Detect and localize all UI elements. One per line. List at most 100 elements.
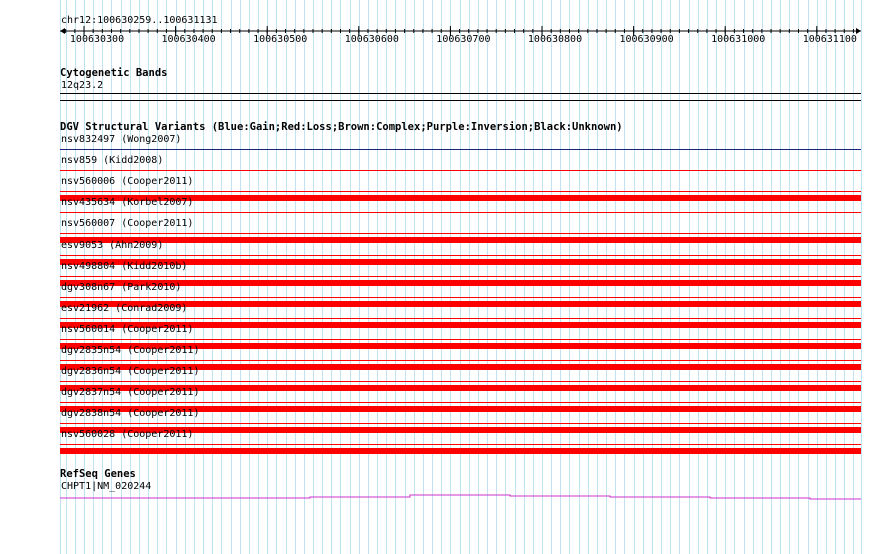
grid-line	[670, 0, 671, 554]
grid-line	[716, 0, 717, 554]
ruler-tick-label: 100630800	[527, 34, 583, 45]
dgv-variant-label[interactable]: dgv2836n54 (Cooper2011)	[61, 366, 199, 378]
grid-line	[139, 0, 140, 554]
ruler-tick-label: 100630400	[161, 34, 216, 45]
grid-line	[249, 0, 250, 554]
refseq-track-title: RefSeq Genes	[60, 468, 136, 480]
grid-line	[313, 0, 314, 554]
dgv-variant-label[interactable]: esv21962 (Conrad2009)	[61, 303, 187, 315]
grid-line	[450, 0, 451, 554]
grid-line	[322, 0, 323, 554]
grid-line	[176, 0, 177, 554]
grid-line	[166, 0, 167, 554]
grid-line	[679, 0, 680, 554]
dgv-variant-label[interactable]: nsv859 (Kidd2008)	[61, 155, 163, 167]
grid-line	[377, 0, 378, 554]
grid-line	[505, 0, 506, 554]
dgv-variant-line[interactable]	[60, 381, 861, 382]
dgv-variant-bar[interactable]	[60, 237, 861, 243]
dgv-variant-label[interactable]: nsv435634 (Korbel2007)	[61, 197, 193, 209]
grid-line	[295, 0, 296, 554]
grid-line	[771, 0, 772, 554]
grid-line	[588, 0, 589, 554]
grid-line	[734, 0, 735, 554]
grid-line	[331, 0, 332, 554]
dgv-variant-line[interactable]	[60, 360, 861, 361]
dgv-variant-line[interactable]	[60, 339, 861, 340]
dgv-variant-label[interactable]: nsv498804 (Kidd2010b)	[61, 261, 187, 273]
grid-line	[258, 0, 259, 554]
gene-feature	[60, 494, 861, 500]
dgv-variant-line[interactable]	[60, 233, 861, 234]
cytoband-line-top	[60, 93, 861, 94]
dgv-variant-line[interactable]	[60, 149, 861, 150]
grid-line	[808, 0, 809, 554]
grid-line	[405, 0, 406, 554]
grid-line	[542, 0, 543, 554]
grid-line	[707, 0, 708, 554]
grid-line	[359, 0, 360, 554]
dgv-variant-label[interactable]: nsv560014 (Cooper2011)	[61, 324, 193, 336]
cytoband-line-bottom	[60, 100, 861, 101]
dgv-variant-label[interactable]: dgv2838n54 (Cooper2011)	[61, 408, 199, 420]
dgv-variant-line[interactable]	[60, 212, 861, 213]
grid-line	[569, 0, 570, 554]
grid-line	[203, 0, 204, 554]
dgv-variant-line[interactable]	[60, 255, 861, 256]
grid-line	[478, 0, 479, 554]
dgv-variant-label[interactable]: nsv832497 (Wong2007)	[61, 134, 181, 146]
genome-browser-view: chr12:100630259..100631131 100630300 1006…	[0, 0, 890, 554]
grid-line	[157, 0, 158, 554]
grid-line	[350, 0, 351, 554]
ruler[interactable]	[0, 0, 890, 60]
dgv-variant-line[interactable]	[60, 318, 861, 319]
grid-line	[725, 0, 726, 554]
grid-line	[533, 0, 534, 554]
grid-line	[524, 0, 525, 554]
dgv-variant-label[interactable]: nsv560028 (Cooper2011)	[61, 429, 193, 441]
grid-line	[826, 0, 827, 554]
grid-line	[634, 0, 635, 554]
dgv-variant-label[interactable]: dgv308n67 (Park2010)	[61, 282, 181, 294]
dgv-variant-line[interactable]	[60, 191, 861, 192]
ruler-tick-label: 100631100	[802, 34, 857, 45]
grid-line	[817, 0, 818, 554]
grid-line	[221, 0, 222, 554]
ruler-tick-label: 100630900	[619, 34, 674, 45]
grid-line	[276, 0, 277, 554]
grid-line	[432, 0, 433, 554]
grid-line	[606, 0, 607, 554]
dgv-variant-line[interactable]	[60, 276, 861, 277]
dgv-variant-line[interactable]	[60, 402, 861, 403]
dgv-variant-label[interactable]: nsv560007 (Cooper2011)	[61, 218, 193, 230]
grid-line	[423, 0, 424, 554]
grid-line	[853, 0, 854, 554]
dgv-variant-line[interactable]	[60, 170, 861, 171]
grid-edge-line	[861, 0, 862, 554]
dgv-variant-line[interactable]	[60, 423, 861, 424]
grid-line	[441, 0, 442, 554]
dgv-variant-label[interactable]: dgv2837n54 (Cooper2011)	[61, 387, 199, 399]
dgv-variant-line[interactable]	[60, 444, 861, 445]
grid-line	[395, 0, 396, 554]
dgv-variant-line[interactable]	[60, 297, 861, 298]
refseq-gene-glyph[interactable]	[0, 488, 890, 502]
ruler-tick-label: 100630500	[253, 34, 308, 45]
ruler-tick-label: 100630700	[436, 34, 491, 45]
grid-line	[386, 0, 387, 554]
dgv-variant-bar[interactable]	[60, 448, 861, 454]
dgv-variant-label[interactable]: dgv2835n54 (Cooper2011)	[61, 345, 199, 357]
dgv-variant-label[interactable]: nsv560006 (Cooper2011)	[61, 176, 193, 188]
ruler-tick-label: 100631000	[711, 34, 766, 45]
grid-line	[185, 0, 186, 554]
dgv-variant-label[interactable]: esv9053 (Ahn2009)	[61, 240, 163, 252]
grid-line	[487, 0, 488, 554]
grid-line	[698, 0, 699, 554]
ruler-left-arrow-icon	[60, 28, 65, 34]
cytoband-track-title: Cytogenetic Bands	[60, 67, 168, 79]
grid-line	[368, 0, 369, 554]
grid-line	[212, 0, 213, 554]
grid-line	[240, 0, 241, 554]
grid-line	[744, 0, 745, 554]
grid-line	[560, 0, 561, 554]
